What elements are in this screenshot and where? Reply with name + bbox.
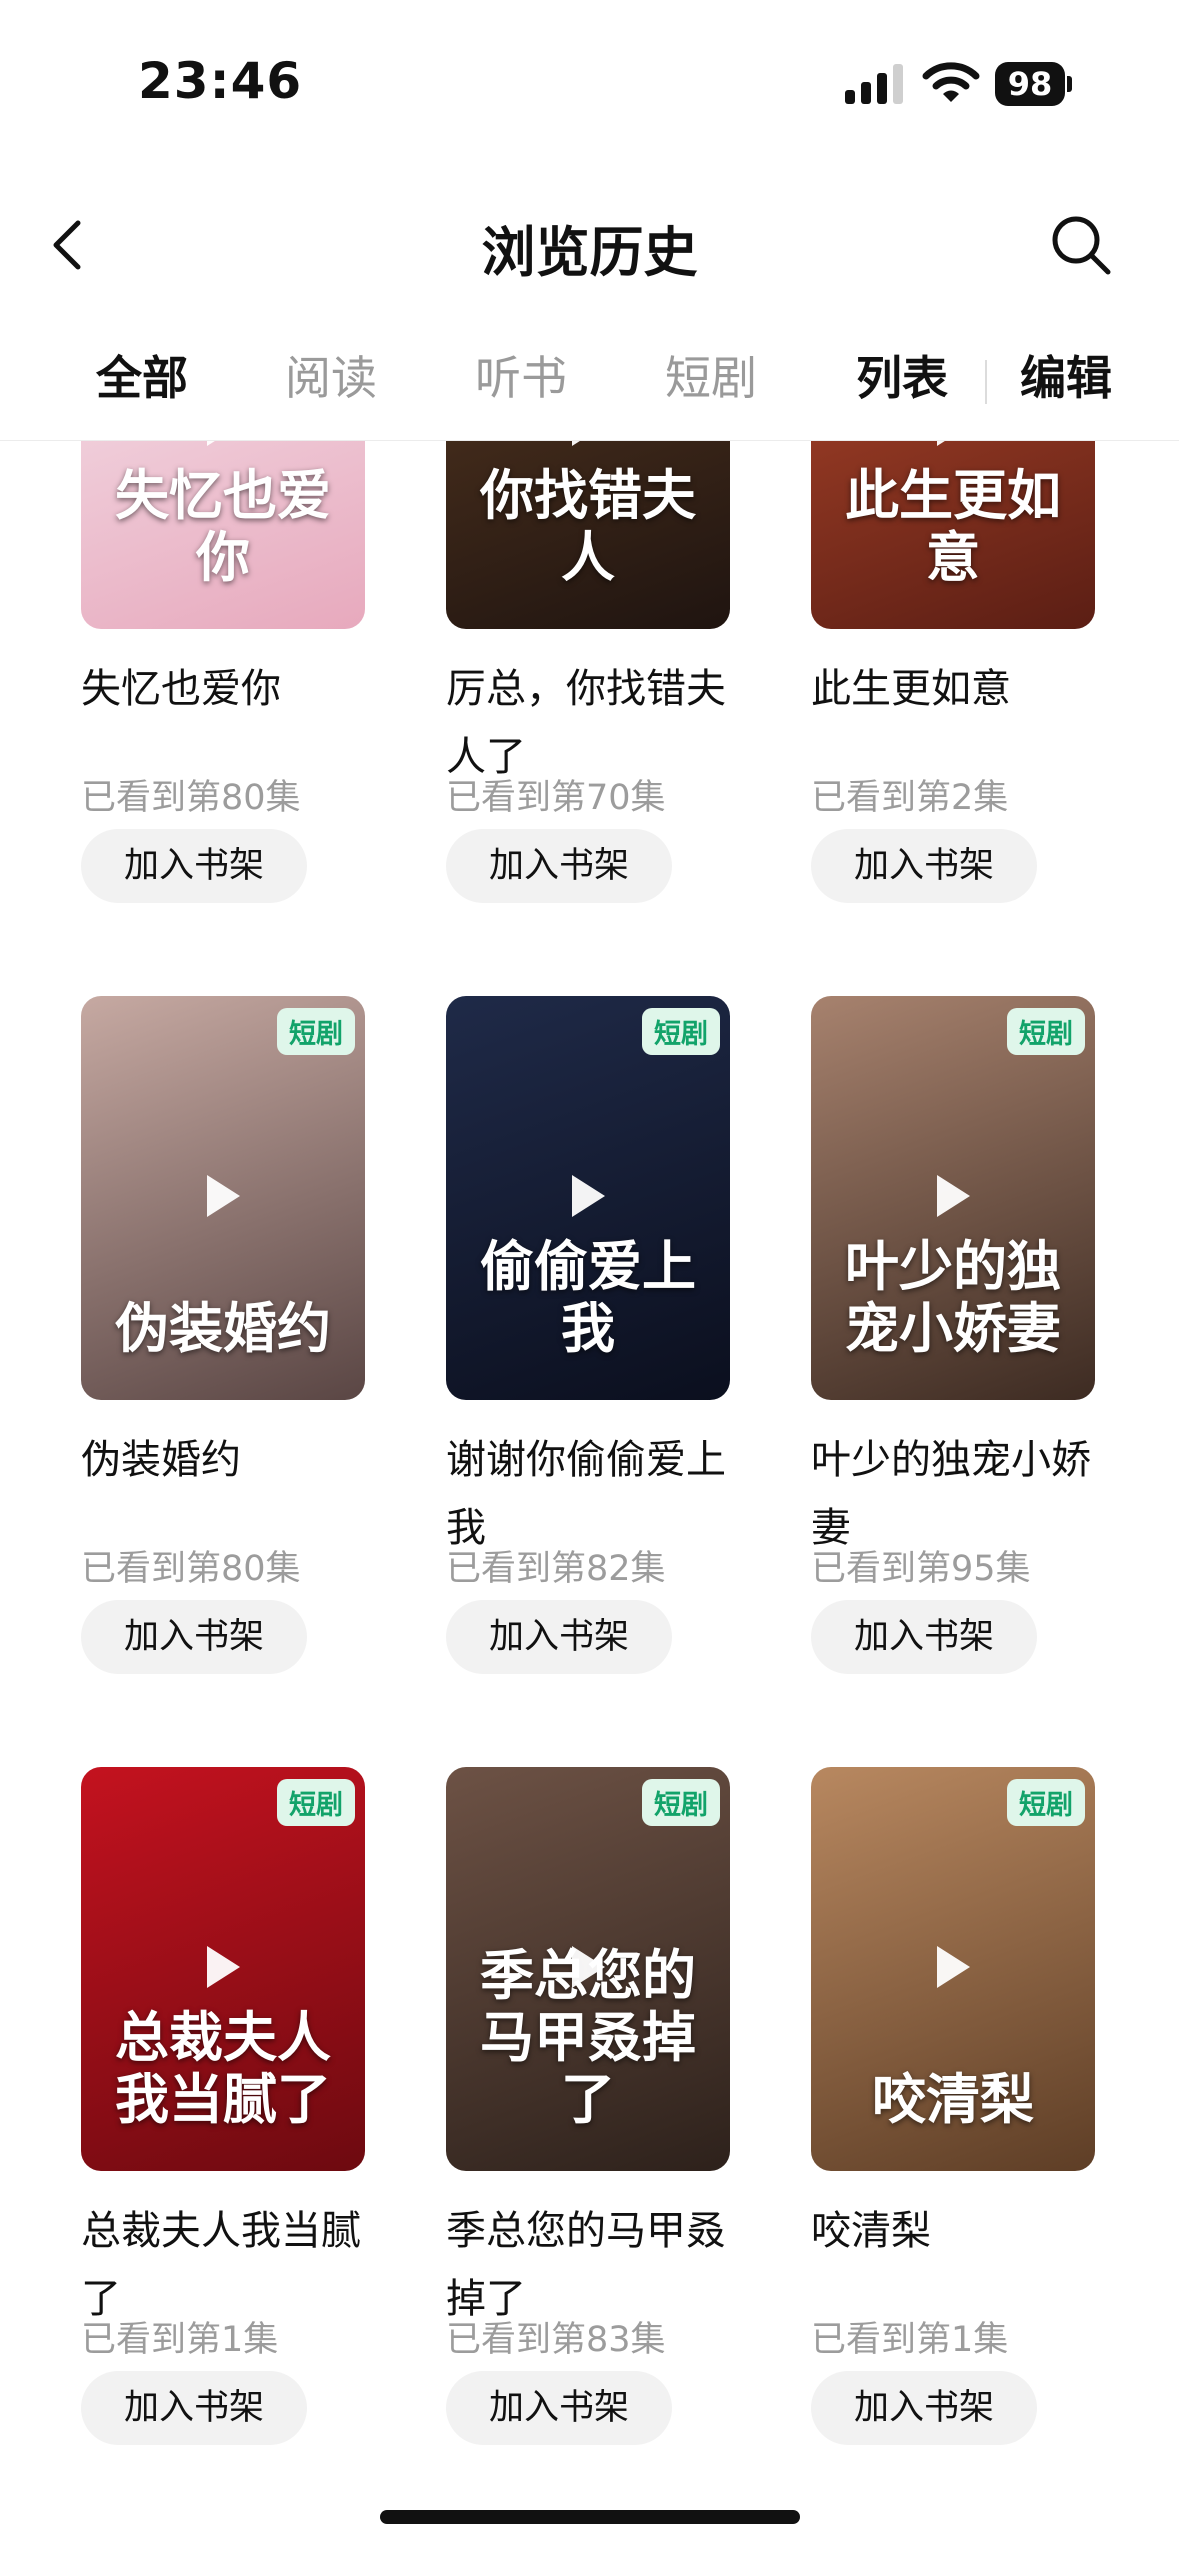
play-icon [572, 1946, 605, 1988]
tab-listen[interactable]: 听书 [475, 342, 567, 408]
cellular-signal-icon [845, 64, 903, 104]
watch-progress: 已看到第82集 [446, 1549, 666, 1589]
poster-title-art: 伪装婚约 [115, 1296, 331, 1360]
battery-tip [1067, 76, 1072, 92]
poster-title-art: 失忆也爱你 [115, 463, 331, 589]
poster-image[interactable]: 总裁夫人我当腻了 短剧 [81, 1767, 365, 2171]
watch-progress: 已看到第80集 [81, 1549, 301, 1589]
add-to-shelf-button[interactable]: 加入书架 [446, 2371, 672, 2445]
tab-all[interactable]: 全部 [96, 342, 188, 408]
short-drama-badge: 短剧 [1007, 1008, 1085, 1055]
add-to-shelf-button[interactable]: 加入书架 [446, 1600, 672, 1674]
battery-level: 98 [995, 62, 1065, 106]
play-icon [937, 441, 945, 446]
list-view-button[interactable]: 列表 [856, 342, 948, 408]
history-grid: 失忆也爱你短剧失忆也爱你已看到第80集加入书架你找错夫人短剧厉总，你找错夫人了已… [0, 441, 1179, 2556]
watch-progress: 已看到第70集 [446, 778, 666, 818]
drama-title[interactable]: 咬清梨 [811, 2197, 1111, 2265]
tool-divider [985, 360, 987, 404]
poster-image[interactable]: 叶少的独宠小娇妻 短剧 [811, 996, 1095, 1400]
drama-title[interactable]: 伪装婚约 [81, 1426, 381, 1494]
short-drama-badge: 短剧 [642, 1008, 720, 1055]
play-icon [207, 1175, 240, 1217]
add-to-shelf-button[interactable]: 加入书架 [811, 829, 1037, 903]
wifi-icon [922, 62, 980, 102]
play-icon [937, 1946, 970, 1988]
add-to-shelf-button[interactable]: 加入书架 [81, 2371, 307, 2445]
watch-progress: 已看到第1集 [81, 2320, 279, 2360]
poster-image[interactable]: 伪装婚约 短剧 [81, 996, 365, 1400]
poster-title-art: 叶少的独宠小娇妻 [845, 1234, 1061, 1360]
play-icon [207, 1946, 240, 1988]
drama-title[interactable]: 此生更如意 [811, 655, 1111, 723]
poster-image[interactable]: 季总您的马甲叒掉了 短剧 [446, 1767, 730, 2171]
page-title: 浏览历史 [481, 221, 698, 284]
poster-title-art: 你找错夫人 [480, 463, 696, 589]
nav-bar: 浏览历史 [0, 190, 1179, 300]
status-time: 23:46 [138, 52, 303, 110]
watch-progress: 已看到第95集 [811, 1549, 1031, 1589]
play-icon [937, 1175, 970, 1217]
poster-image[interactable]: 此生更如意短剧 [811, 441, 1095, 629]
watch-progress: 已看到第80集 [81, 778, 301, 818]
poster-title-art: 此生更如意 [845, 463, 1061, 589]
search-button[interactable] [1048, 212, 1114, 278]
play-icon [572, 1175, 605, 1217]
watch-progress: 已看到第2集 [811, 778, 1009, 818]
add-to-shelf-button[interactable]: 加入书架 [811, 2371, 1037, 2445]
play-icon [207, 441, 215, 446]
tab-short-drama[interactable]: 短剧 [665, 342, 757, 408]
short-drama-badge: 短剧 [1007, 1779, 1085, 1826]
poster-title-art: 总裁夫人我当腻了 [115, 2005, 331, 2131]
add-to-shelf-button[interactable]: 加入书架 [81, 829, 307, 903]
back-button[interactable] [40, 215, 100, 275]
filter-tab-bar: 全部 阅读 听书 短剧 列表 编辑 [0, 330, 1179, 441]
short-drama-badge: 短剧 [277, 1779, 355, 1826]
poster-image[interactable]: 偷偷爱上我 短剧 [446, 996, 730, 1400]
tab-read[interactable]: 阅读 [285, 342, 377, 408]
status-bar: 23:46 98 [0, 0, 1179, 150]
poster-image[interactable]: 你找错夫人短剧 [446, 441, 730, 629]
drama-title[interactable]: 失忆也爱你 [81, 655, 381, 723]
add-to-shelf-button[interactable]: 加入书架 [81, 1600, 307, 1674]
short-drama-badge: 短剧 [642, 1779, 720, 1826]
watch-progress: 已看到第83集 [446, 2320, 666, 2360]
home-indicator [380, 2510, 800, 2524]
edit-button[interactable]: 编辑 [1020, 342, 1112, 408]
short-drama-badge: 短剧 [277, 1008, 355, 1055]
add-to-shelf-button[interactable]: 加入书架 [446, 829, 672, 903]
poster-title-art: 偷偷爱上我 [480, 1234, 696, 1360]
poster-image[interactable]: 失忆也爱你短剧 [81, 441, 365, 629]
watch-progress: 已看到第1集 [811, 2320, 1009, 2360]
add-to-shelf-button[interactable]: 加入书架 [811, 1600, 1037, 1674]
poster-image[interactable]: 咬清梨 短剧 [811, 1767, 1095, 2171]
battery-indicator: 98 [995, 62, 1073, 106]
play-icon [572, 441, 580, 446]
poster-title-art: 咬清梨 [872, 2067, 1034, 2131]
